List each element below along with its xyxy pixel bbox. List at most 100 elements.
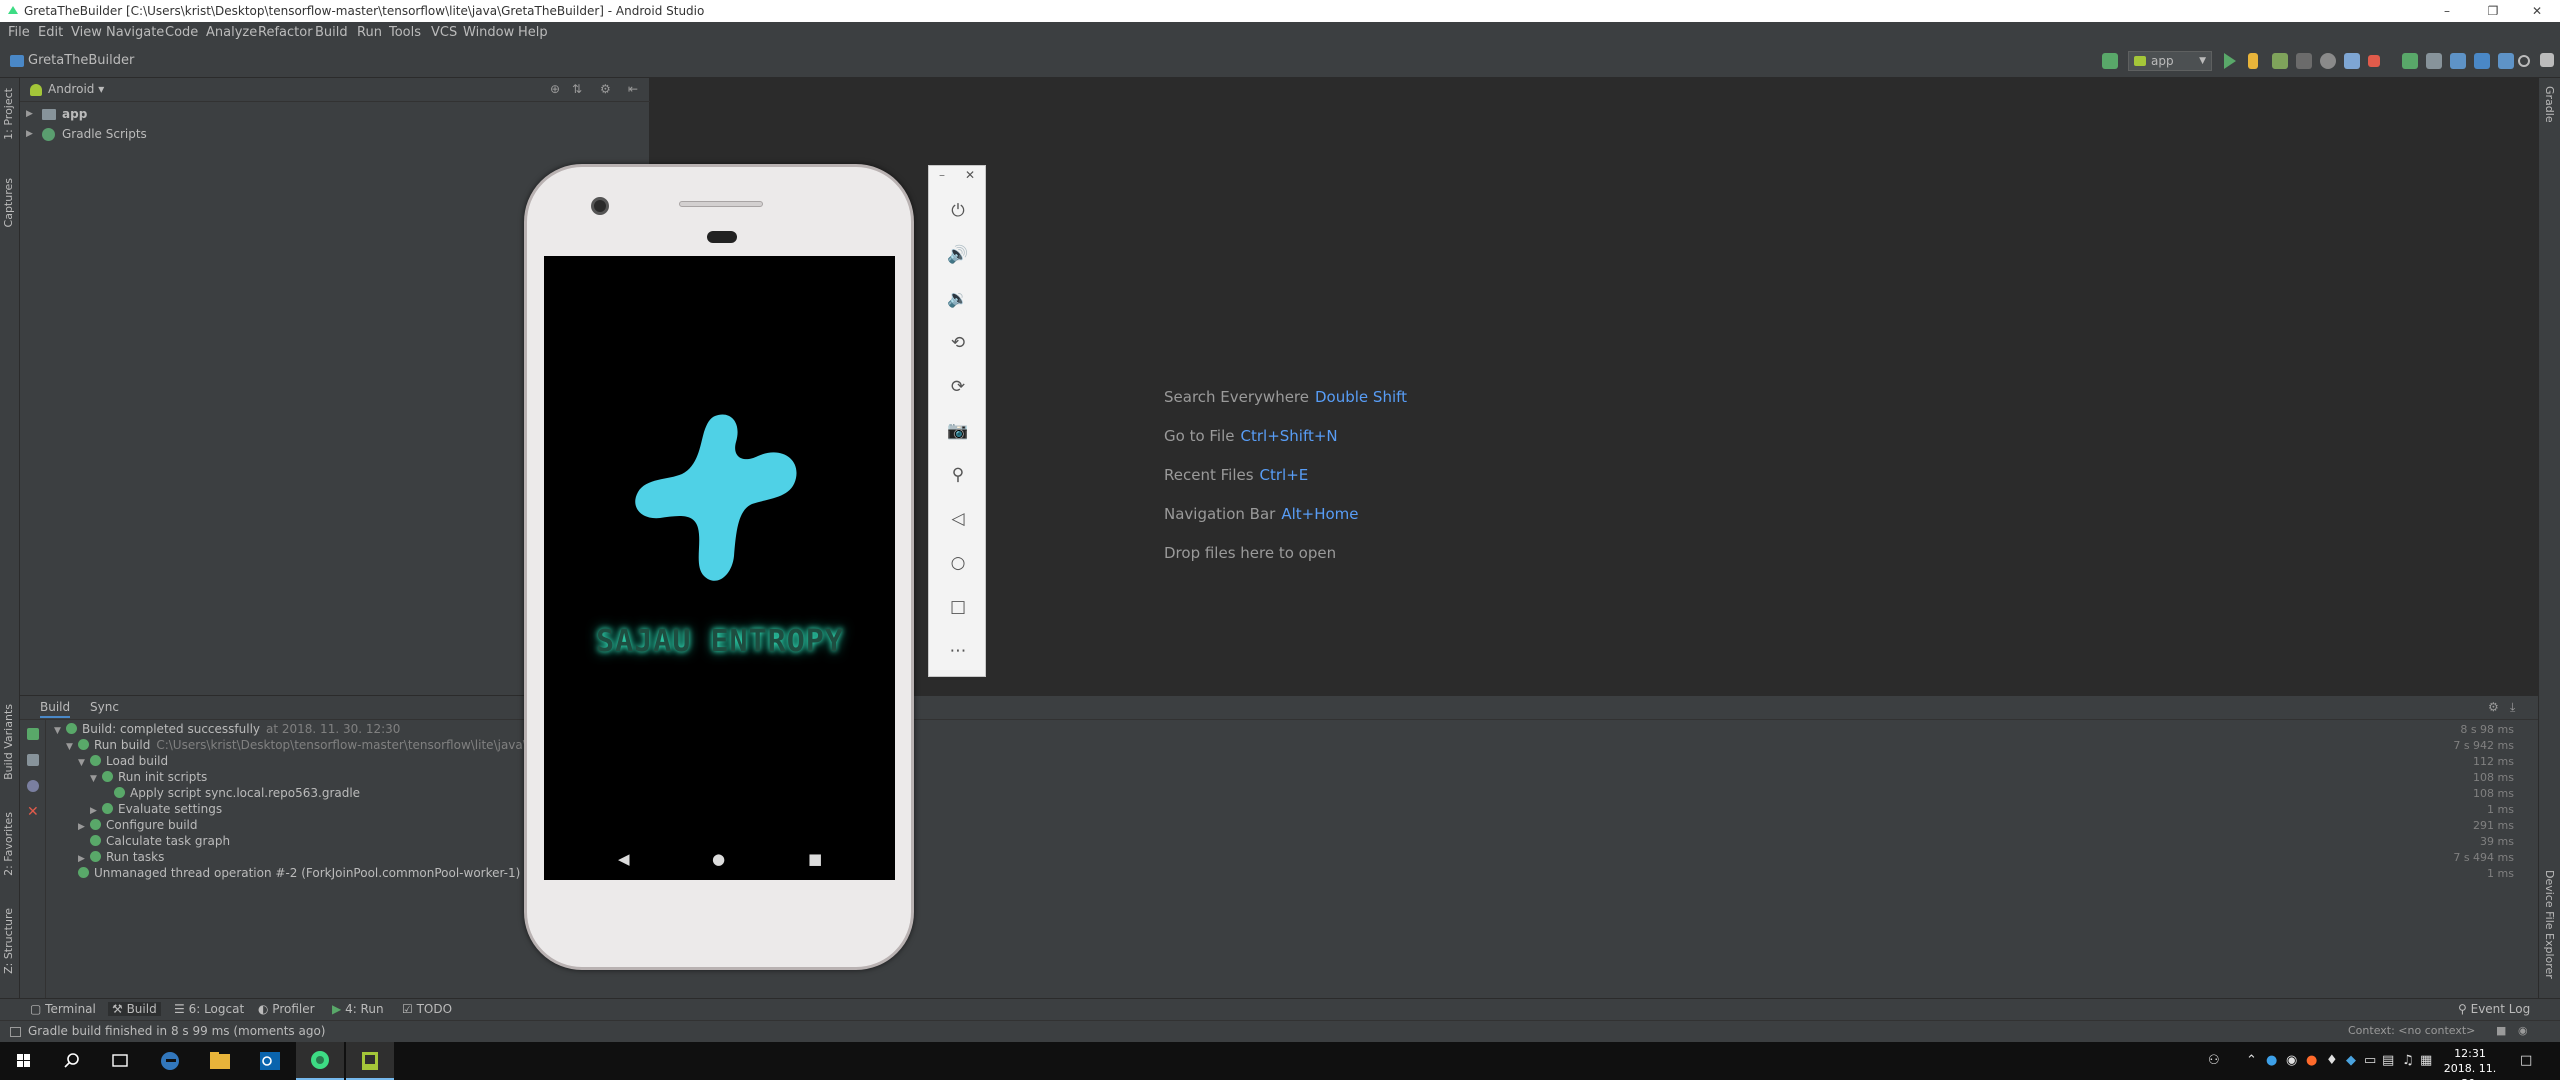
menu-help[interactable]: Help bbox=[518, 22, 548, 44]
emulator-close-button[interactable]: ✕ bbox=[965, 168, 975, 182]
action-center-icon[interactable]: □ bbox=[2520, 1053, 2532, 1068]
steam-icon[interactable]: ◉ bbox=[2286, 1053, 2297, 1068]
project-view-select[interactable]: Android ▾ bbox=[48, 82, 104, 96]
layout-inspector-icon[interactable] bbox=[2474, 53, 2490, 69]
close-icon[interactable]: ✕ bbox=[27, 804, 39, 820]
rebuild-icon[interactable] bbox=[27, 728, 39, 740]
pin-icon[interactable] bbox=[27, 780, 39, 792]
build-row[interactable]: ▼ Run init scripts bbox=[90, 769, 207, 785]
search-icon[interactable] bbox=[48, 1042, 96, 1080]
back-icon[interactable]: ◁ bbox=[945, 506, 971, 532]
build-row[interactable]: Calculate task graph bbox=[78, 833, 230, 849]
tab-device-file-explorer[interactable]: Device File Explorer bbox=[2543, 870, 2556, 979]
volume-up-icon[interactable]: 🔊 bbox=[945, 242, 971, 268]
build-row[interactable]: ▼ Build: completed successfully at 2018. 1… bbox=[54, 721, 400, 737]
maximize-button[interactable]: ❐ bbox=[2470, 0, 2516, 22]
menu-build[interactable]: Build bbox=[315, 22, 348, 44]
power-icon[interactable]: ⏻ bbox=[945, 198, 971, 224]
menu-navigate[interactable]: Navigate bbox=[106, 22, 164, 44]
file-explorer-icon[interactable] bbox=[196, 1042, 244, 1080]
collapse-icon[interactable]: ⇅ bbox=[572, 82, 582, 96]
language-icon[interactable]: ▦ bbox=[2420, 1053, 2432, 1068]
build-row[interactable]: ▶ Run tasks bbox=[78, 849, 164, 865]
dropbox-icon[interactable]: ◆ bbox=[2346, 1053, 2356, 1068]
tab-event-log[interactable]: ⚲ Event Log bbox=[2458, 1002, 2530, 1016]
run-icon[interactable] bbox=[2224, 53, 2236, 69]
attach-debugger-icon[interactable] bbox=[2344, 53, 2360, 69]
more-icon[interactable]: ⋯ bbox=[945, 638, 971, 664]
menu-refactor[interactable]: Refactor bbox=[258, 22, 313, 44]
menu-window[interactable]: Window bbox=[463, 22, 514, 44]
search-icon[interactable] bbox=[2518, 55, 2530, 67]
camera-screenshot-icon[interactable]: 📷 bbox=[945, 418, 971, 444]
profile-icon[interactable] bbox=[2320, 53, 2336, 69]
task-view-icon[interactable] bbox=[96, 1042, 144, 1080]
tab-gradle[interactable]: Gradle bbox=[2543, 86, 2556, 123]
hide-panel-icon[interactable]: ⇤ bbox=[628, 82, 638, 96]
build-row[interactable]: Unmanaged thread operation #-2 (ForkJoin… bbox=[66, 865, 520, 881]
make-project-icon[interactable] bbox=[2102, 53, 2118, 69]
start-button[interactable] bbox=[0, 1042, 48, 1080]
expand-arrow-icon[interactable]: ▶ bbox=[26, 124, 33, 144]
menu-view[interactable]: View bbox=[71, 22, 102, 44]
build-row[interactable]: ▼ Load build bbox=[78, 753, 168, 769]
tree-item-gradle-scripts[interactable]: ▶ Gradle Scripts bbox=[20, 124, 320, 144]
rotate-right-icon[interactable]: ⟳ bbox=[945, 374, 971, 400]
context-indicator[interactable]: Context: <no context> bbox=[2348, 1024, 2475, 1037]
menu-tools[interactable]: Tools bbox=[389, 22, 421, 44]
menu-vcs[interactable]: VCS bbox=[431, 22, 457, 44]
toggle-view-icon[interactable] bbox=[27, 754, 39, 766]
volume-icon[interactable]: ♫ bbox=[2402, 1053, 2414, 1068]
sync-scroll-icon[interactable]: ⊕ bbox=[550, 82, 560, 96]
tab-project[interactable]: 1: Project bbox=[2, 88, 15, 140]
inspector-icon[interactable]: ◉ bbox=[2518, 1024, 2528, 1037]
tab-profiler[interactable]: ◐ Profiler bbox=[258, 1002, 315, 1016]
user-icon[interactable] bbox=[2540, 53, 2554, 67]
tab-sync[interactable]: Sync bbox=[90, 700, 119, 714]
sync-gradle-icon[interactable] bbox=[2402, 53, 2418, 69]
tab-captures[interactable]: Captures bbox=[2, 178, 15, 227]
stop-icon[interactable] bbox=[2368, 55, 2380, 67]
close-button[interactable]: ✕ bbox=[2514, 0, 2560, 22]
tray-origin-icon[interactable]: ● bbox=[2306, 1053, 2317, 1068]
tab-build[interactable]: Build bbox=[40, 700, 71, 718]
overview-icon[interactable]: □ bbox=[945, 594, 971, 620]
clock[interactable]: 12:31 2018. 11. 30. bbox=[2436, 1046, 2504, 1080]
menu-analyze[interactable]: Analyze bbox=[206, 22, 257, 44]
tab-favorites[interactable]: 2: Favorites bbox=[2, 812, 15, 876]
build-row[interactable]: Apply script sync.local.repo563.gradle bbox=[102, 785, 360, 801]
tab-terminal[interactable]: ▢ Terminal bbox=[30, 1002, 96, 1016]
gear-icon[interactable]: ⚙ bbox=[600, 82, 611, 96]
build-row[interactable]: ▼ Run build C:\Users\krist\Desktop\tensorf… bbox=[66, 737, 560, 753]
gamepad-icon[interactable]: ♦ bbox=[2326, 1053, 2338, 1068]
tab-logcat[interactable]: ☰ 6: Logcat bbox=[174, 1002, 244, 1016]
chevron-up-icon[interactable]: ⌃ bbox=[2246, 1053, 2257, 1068]
run-configuration-select[interactable]: app ▼ bbox=[2128, 51, 2212, 71]
rotate-left-icon[interactable]: ⟲ bbox=[945, 330, 971, 356]
menu-edit[interactable]: Edit bbox=[38, 22, 63, 44]
apply-changes-icon[interactable] bbox=[2248, 53, 2258, 69]
tab-build-variants[interactable]: Build Variants bbox=[2, 704, 15, 780]
expand-arrow-icon[interactable]: ▶ bbox=[26, 104, 33, 124]
device-manager-icon[interactable] bbox=[2498, 53, 2514, 69]
home-icon[interactable]: ○ bbox=[945, 550, 971, 576]
volume-down-icon[interactable]: 🔉 bbox=[945, 286, 971, 312]
menu-file[interactable]: File bbox=[8, 22, 30, 44]
edge-icon[interactable] bbox=[146, 1042, 194, 1080]
hide-panel-icon[interactable]: ⤓ bbox=[2510, 700, 2515, 715]
coverage-icon[interactable] bbox=[2296, 53, 2312, 69]
tab-run[interactable]: ▶ 4: Run bbox=[332, 1002, 384, 1016]
tab-structure[interactable]: Z: Structure bbox=[2, 908, 15, 974]
emulator-minimize-button[interactable]: – bbox=[939, 168, 945, 182]
avd-manager-icon[interactable] bbox=[2426, 53, 2442, 69]
tree-item-app[interactable]: ▶ app bbox=[20, 104, 320, 124]
outlook-icon[interactable] bbox=[246, 1042, 294, 1080]
breadcrumb-project[interactable]: GretaTheBuilder bbox=[28, 53, 134, 68]
menu-code[interactable]: Code bbox=[165, 22, 198, 44]
people-icon[interactable]: ⚇ bbox=[2208, 1053, 2220, 1068]
nav-back-icon[interactable]: ◀ bbox=[618, 850, 630, 868]
nav-overview-icon[interactable]: ■ bbox=[808, 850, 822, 868]
build-row[interactable]: ▶ Configure build bbox=[78, 817, 197, 833]
gear-icon[interactable]: ⚙ bbox=[2488, 700, 2499, 714]
tab-build-tool[interactable]: ⚒ Build bbox=[108, 1002, 161, 1016]
